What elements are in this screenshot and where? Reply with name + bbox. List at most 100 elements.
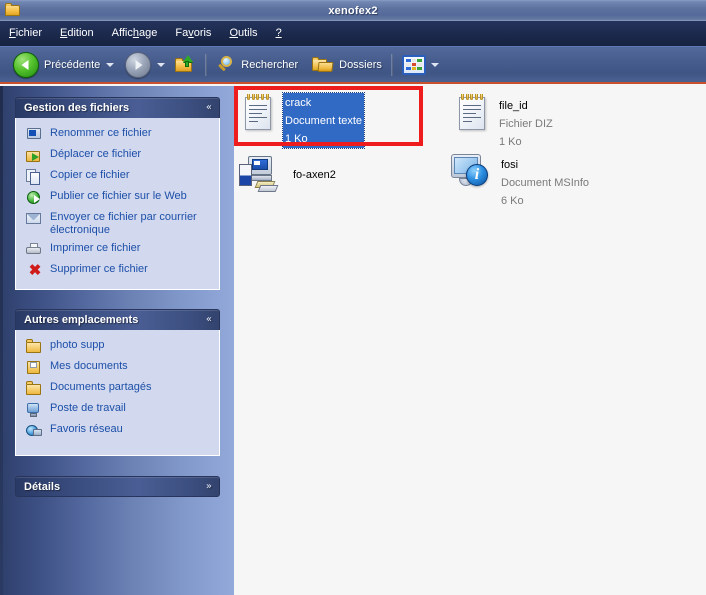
views-button[interactable] [398,50,430,80]
menu-item-affichage[interactable]: Affichage [112,25,167,42]
menu-item-favoris-label: oris [193,27,212,39]
sidebar-item-print-label: Imprimer ce fichier [50,242,141,254]
sidebar-item-network-places-label: Favoris réseau [50,423,123,435]
file-list-view[interactable]: crack Document texte 1 Ko file_id Fichie… [234,86,706,595]
text-document-icon [242,93,276,133]
file-type: Document texte [285,115,363,127]
task-pane-sidebar: Gestion des fichiers « Renommer ce fichi… [0,86,234,595]
file-name: fosi [501,159,519,171]
menu-item-edition-label: dition [67,27,94,39]
sidebar-item-my-computer[interactable]: Poste de travail [22,399,213,420]
toolbar-separator-2 [390,53,393,76]
views-icon [401,54,426,75]
forward-button[interactable] [121,50,155,80]
panel-details: Détails » [15,476,220,497]
file-item-crack[interactable]: crack Document texte 1 Ko [242,92,366,149]
info-badge-icon: i [466,164,488,186]
panel-details-title: Détails [24,480,61,493]
back-button-label: Précédente [44,58,101,71]
toolbar: Précédente Rechercher Dossiers [0,47,706,84]
menu-item-edition[interactable]: Edition [60,25,103,42]
sidebar-item-send-mail[interactable]: Envoyer ce fichier par courrier électron… [22,208,213,239]
menu-bar: Fichier Edition Affichage Favoris Outils… [0,21,706,47]
sidebar-item-photo-supp[interactable]: photo supp [22,336,213,357]
menu-item-fichier[interactable]: Fichier [9,25,51,42]
text-document-icon [456,93,490,133]
file-item-file-id[interactable]: file_id Fichier DIZ 1 Ko [456,93,554,150]
menu-item-fichier-label: ichier [15,27,43,39]
sidebar-item-rename-label: Renommer ce fichier [50,127,152,139]
sidebar-item-network-places[interactable]: Favoris réseau [22,420,213,441]
sidebar-item-move[interactable]: Déplacer ce fichier [22,145,213,166]
file-item-file-id-text: file_id Fichier DIZ 1 Ko [498,93,554,150]
file-item-fo-axen2-text: fo-axen2 [292,165,337,183]
computer-icon [26,402,44,418]
toolbar-separator-1 [205,53,208,76]
file-size: 6 Ko [501,195,524,207]
sidebar-item-my-computer-label: Poste de travail [50,402,126,414]
sidebar-item-publish-web[interactable]: Publier ce fichier sur le Web [22,187,213,208]
sidebar-item-shared-documents-label: Documents partagés [50,381,152,393]
chevron-down-icon[interactable]: » [206,481,212,492]
folders-button-label: Dossiers [339,58,382,71]
sidebar-item-print[interactable]: Imprimer ce fichier [22,239,213,260]
up-folder-icon [174,55,196,74]
file-item-fosi[interactable]: i fosi Document MSInfo 6 Ko [450,152,590,209]
file-name: crack [285,97,312,109]
panel-file-tasks-header[interactable]: Gestion des fichiers « [15,97,220,118]
menu-item-favoris[interactable]: Favoris [175,25,220,42]
sidebar-item-delete[interactable]: ✖ Supprimer ce fichier [22,260,213,281]
setup-application-icon [238,154,284,194]
sidebar-item-publish-web-label: Publier ce fichier sur le Web [50,190,187,202]
sidebar-item-send-mail-label: Envoyer ce fichier par courrier électron… [50,211,197,236]
panel-file-tasks-body: Renommer ce fichier Déplacer ce fichier … [15,118,220,290]
explorer-window: xenofex2 Fichier Edition Affichage Favor… [0,0,706,595]
msinfo-document-icon: i [450,152,494,192]
sidebar-item-photo-supp-label: photo supp [50,339,105,351]
menu-item-outils-label: utils [238,27,258,39]
menu-item-outils[interactable]: Outils [229,25,266,42]
delete-icon: ✖ [28,262,42,279]
search-button[interactable]: Rechercher [212,50,302,80]
file-size: 1 Ko [499,136,522,148]
panel-other-places-title: Autres emplacements [24,314,139,326]
back-history-dropdown[interactable] [104,47,115,82]
menu-item-affichage-label: age [139,27,158,39]
search-button-label: Rechercher [241,58,299,71]
up-folder-button[interactable] [170,50,200,80]
forward-history-dropdown[interactable] [155,47,166,82]
copy-icon [26,169,44,185]
menu-item-help[interactable]: ? [276,25,291,42]
file-name: fo-axen2 [293,169,336,181]
panel-details-header[interactable]: Détails » [15,476,220,497]
web-publish-icon [26,190,44,206]
back-arrow-icon [13,51,39,78]
folders-button[interactable]: Dossiers [308,50,386,80]
search-icon [216,55,236,75]
forward-arrow-icon [125,51,152,78]
panel-other-places-header[interactable]: Autres emplacements « [15,309,220,330]
panel-other-places-body: photo supp Mes documents Documents parta… [15,330,220,456]
network-icon [26,423,44,439]
file-type: Fichier DIZ [499,118,553,130]
file-size: 1 Ko [285,133,308,145]
views-dropdown[interactable] [430,47,441,82]
mail-icon [26,211,44,227]
chevron-up-icon[interactable]: « [206,315,212,325]
sidebar-item-my-documents[interactable]: Mes documents [22,357,213,378]
panel-other-places: Autres emplacements « photo supp Mes doc… [15,309,220,456]
chevron-up-icon[interactable]: « [206,103,212,113]
sidebar-item-shared-documents[interactable]: Documents partagés [22,378,213,399]
back-button[interactable]: Précédente [9,50,104,80]
print-icon [26,242,44,258]
file-type: Document MSInfo [501,177,590,189]
folder-icon [26,381,44,397]
sidebar-item-copy[interactable]: Copier ce fichier [22,166,213,187]
sidebar-item-copy-label: Copier ce fichier [50,169,130,181]
file-name: file_id [499,100,528,112]
folders-icon [312,55,334,74]
sidebar-item-my-documents-label: Mes documents [50,360,128,372]
file-item-fo-axen2[interactable]: fo-axen2 [238,154,337,194]
panel-file-tasks: Gestion des fichiers « Renommer ce fichi… [15,97,220,290]
sidebar-item-rename[interactable]: Renommer ce fichier [22,124,213,145]
